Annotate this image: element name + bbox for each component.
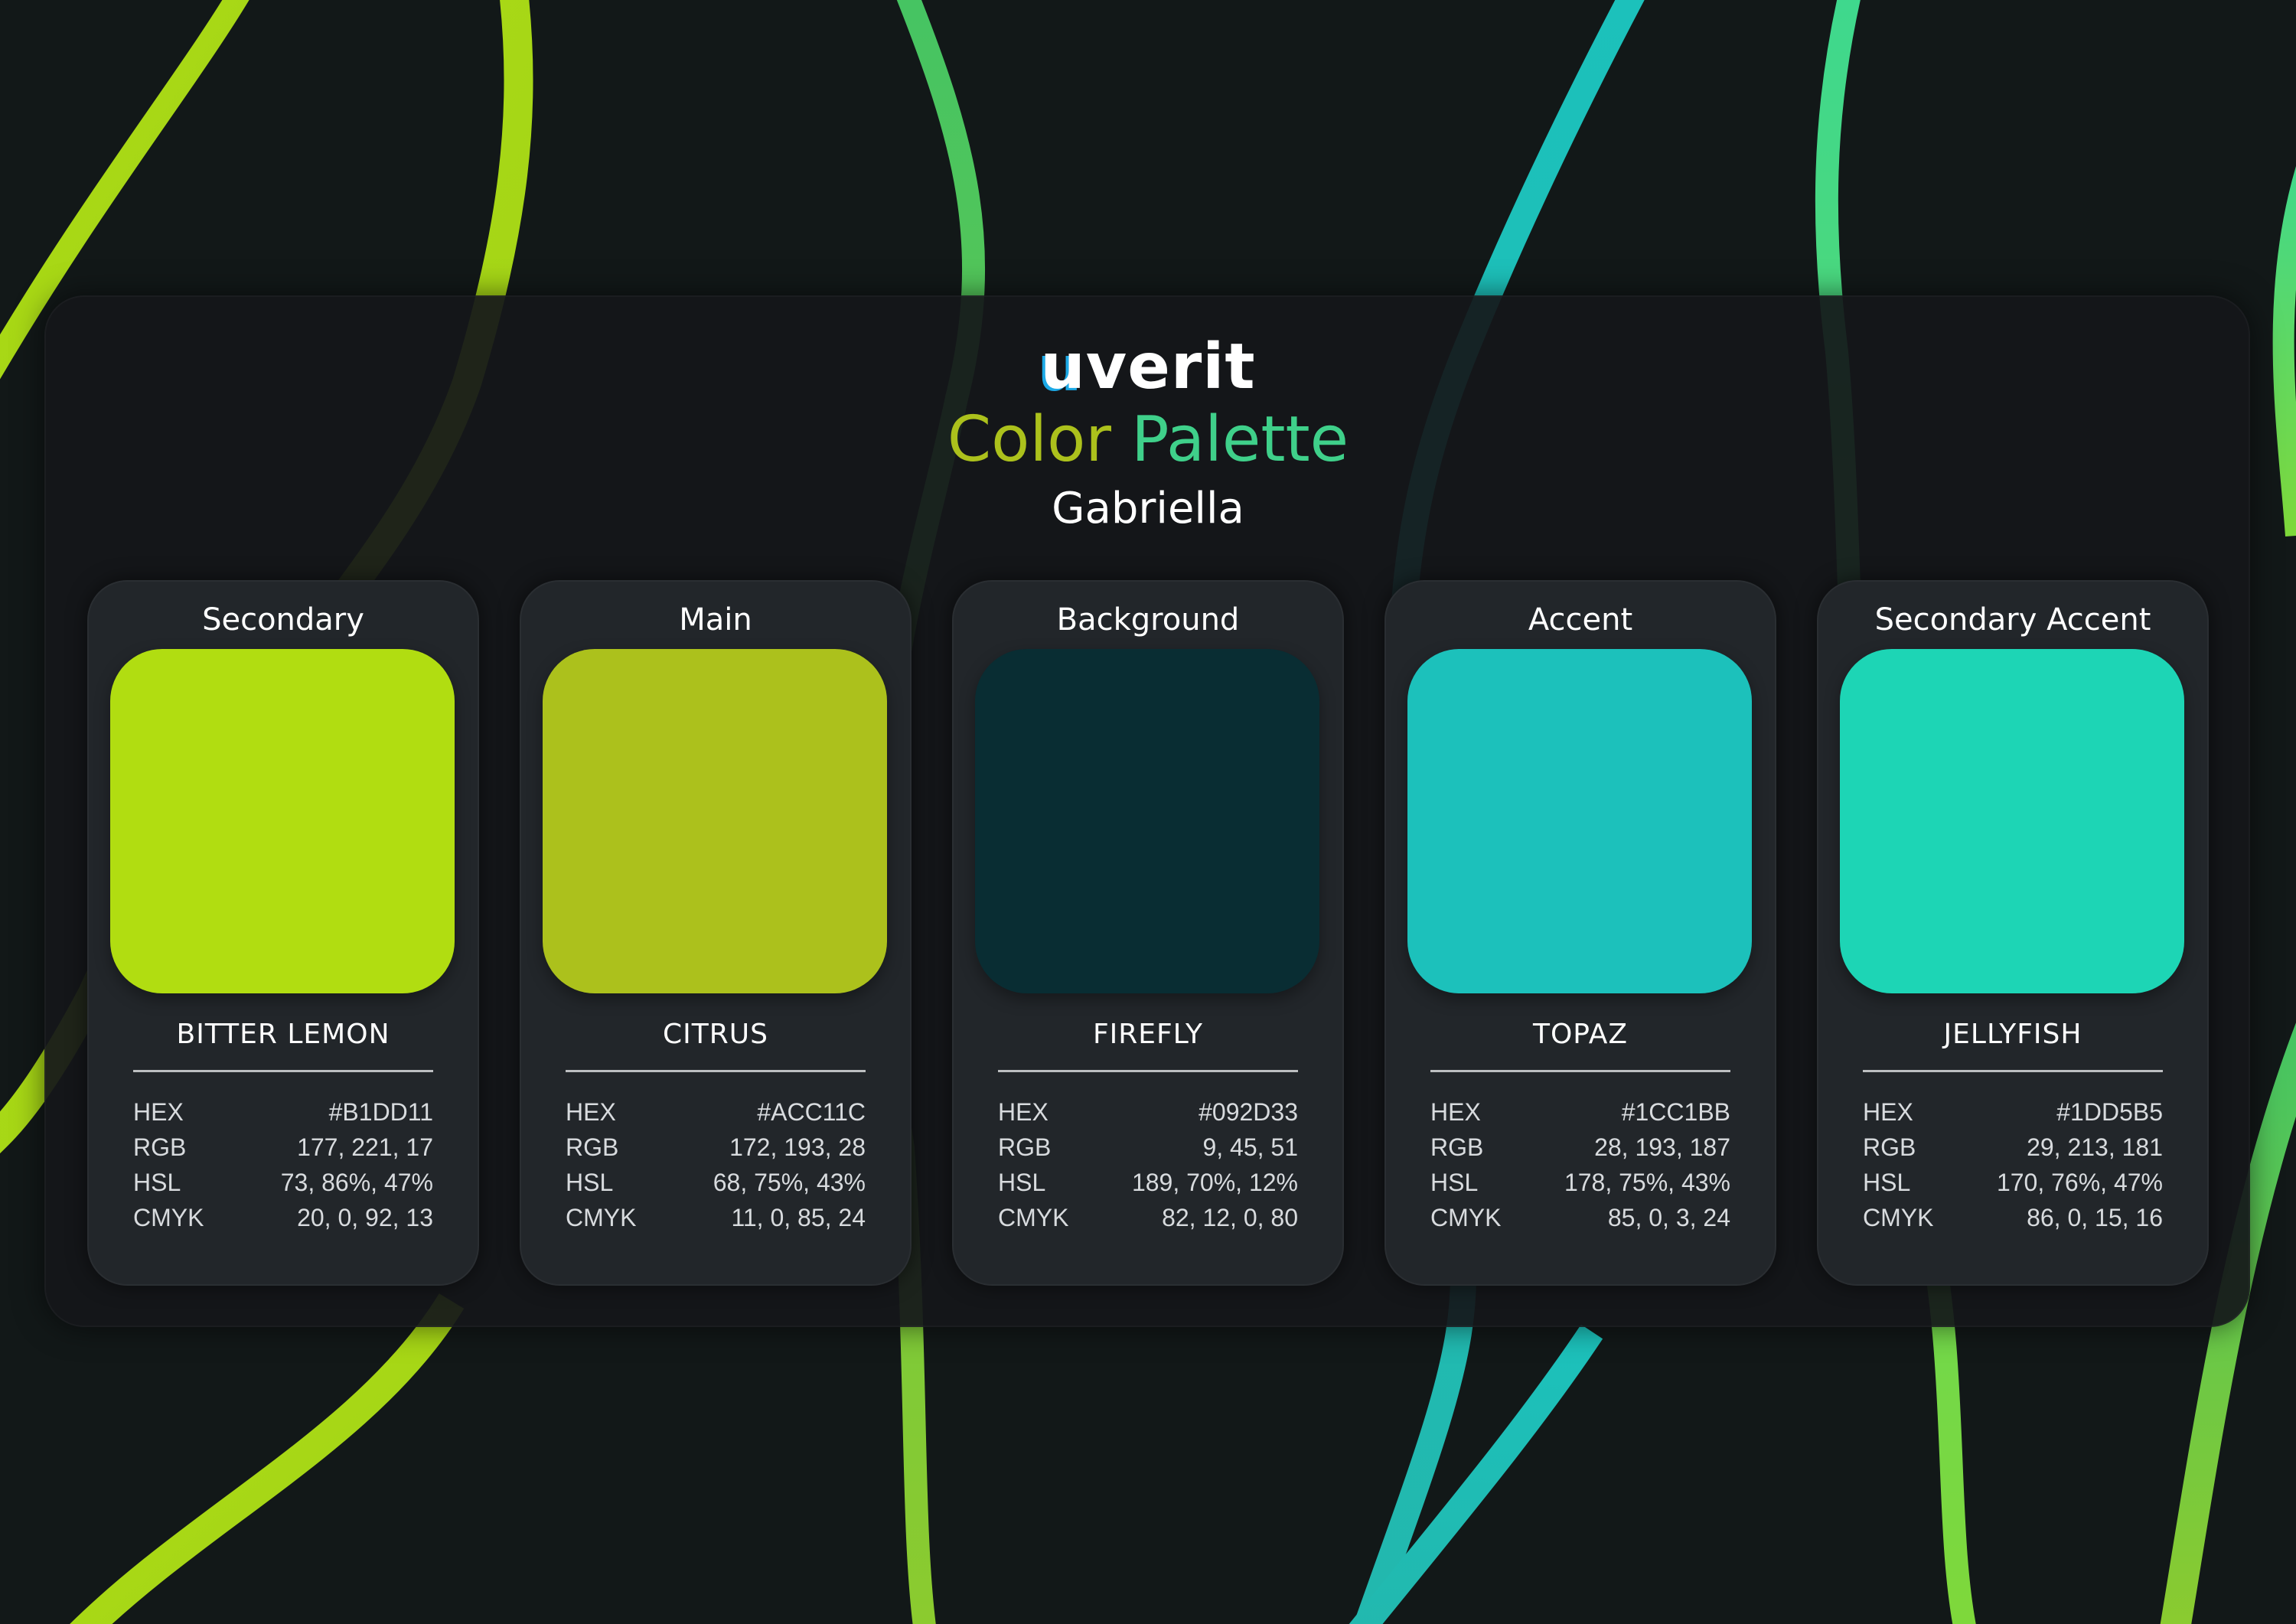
rgb-row: RGB 29, 213, 181: [1863, 1133, 2163, 1161]
color-card-accent: Accent TOPAZ HEX #1CC1BB RGB 28, 193, 187 …: [1384, 580, 1776, 1286]
rgb-row: RGB 28, 193, 187: [1430, 1133, 1730, 1161]
hex-row: HEX #1CC1BB: [1430, 1098, 1730, 1126]
rgb-row: RGB 172, 193, 28: [566, 1133, 866, 1161]
cmyk-row: CMYK 82, 12, 0, 80: [998, 1204, 1298, 1231]
color-swatch: [1407, 649, 1752, 993]
color-values: HEX #ACC11C RGB 172, 193, 28 HSL 68, 75%, 4…: [566, 1094, 866, 1235]
card-role-label: Accent: [1528, 602, 1633, 638]
hsl-row: HSL 178, 75%, 43%: [1430, 1169, 1730, 1196]
color-name: TOPAZ: [1532, 1019, 1629, 1050]
card-role-label: Secondary Accent: [1874, 602, 2151, 638]
hex-row: HEX #B1DD11: [133, 1098, 433, 1126]
card-role-label: Main: [679, 602, 752, 638]
cmyk-row: CMYK 86, 0, 15, 16: [1863, 1204, 2163, 1231]
card-role-label: Secondary: [202, 602, 364, 638]
page-title: Color Palette: [0, 398, 2296, 482]
hsl-row: HSL 189, 70%, 12%: [998, 1169, 1298, 1196]
color-name: CITRUS: [663, 1019, 768, 1050]
cmyk-row: CMYK 11, 0, 85, 24: [566, 1204, 866, 1231]
divider: [1863, 1070, 2163, 1072]
color-swatch: [110, 649, 455, 993]
hex-row: HEX #1DD5B5: [1863, 1098, 2163, 1126]
color-values: HEX #B1DD11 RGB 177, 221, 17 HSL 73, 86%, 4…: [133, 1094, 433, 1235]
ribbon-lime-bottom: [70, 1293, 465, 1624]
card-role-label: Background: [1056, 602, 1240, 638]
ribbon-teal-bottom: [1349, 1324, 1603, 1624]
title-word-2: Palette: [1131, 403, 1349, 476]
cmyk-row: CMYK 85, 0, 3, 24: [1430, 1204, 1730, 1231]
hsl-row: HSL 73, 86%, 47%: [133, 1169, 433, 1196]
title-word-1: Color: [947, 403, 1111, 476]
rgb-row: RGB 177, 221, 17: [133, 1133, 433, 1161]
rgb-row: RGB 9, 45, 51: [998, 1133, 1298, 1161]
color-card-background: Background FIREFLY HEX #092D33 RGB 9, 45, …: [952, 580, 1344, 1286]
brand-logo: uverit: [0, 329, 2296, 406]
divider: [566, 1070, 866, 1072]
color-name: JELLYFISH: [1943, 1019, 2082, 1050]
hsl-row: HSL 68, 75%, 43%: [566, 1169, 866, 1196]
color-swatch: [543, 649, 887, 993]
color-card-secondary: Secondary BITTER LEMON HEX #B1DD11 RGB 177…: [87, 580, 479, 1286]
color-card-main: Main CITRUS HEX #ACC11C RGB 172, 193, 28 H…: [520, 580, 912, 1286]
hex-row: HEX #092D33: [998, 1098, 1298, 1126]
logo-u-mark: u: [1040, 331, 1086, 403]
logo-wordmark: verit: [1085, 331, 1256, 403]
cmyk-row: CMYK 20, 0, 92, 13: [133, 1204, 433, 1231]
divider: [998, 1070, 1298, 1072]
color-name: FIREFLY: [1092, 1019, 1204, 1050]
hex-row: HEX #ACC11C: [566, 1098, 866, 1126]
divider: [1430, 1070, 1730, 1072]
color-values: HEX #1CC1BB RGB 28, 193, 187 HSL 178, 75%, …: [1430, 1094, 1730, 1235]
color-card-secondary-accent: Secondary Accent JELLYFISH HEX #1DD5B5 RG…: [1817, 580, 2209, 1286]
color-values: HEX #092D33 RGB 9, 45, 51 HSL 189, 70%, 12%…: [998, 1094, 1298, 1235]
color-swatch: [1840, 649, 2184, 993]
divider: [133, 1070, 433, 1072]
color-swatch: [975, 649, 1319, 993]
palette-name: Gabriella: [1052, 484, 1244, 533]
color-name: BITTER LEMON: [176, 1019, 390, 1050]
hsl-row: HSL 170, 76%, 47%: [1863, 1169, 2163, 1196]
color-values: HEX #1DD5B5 RGB 29, 213, 181 HSL 170, 76%, …: [1863, 1094, 2163, 1235]
